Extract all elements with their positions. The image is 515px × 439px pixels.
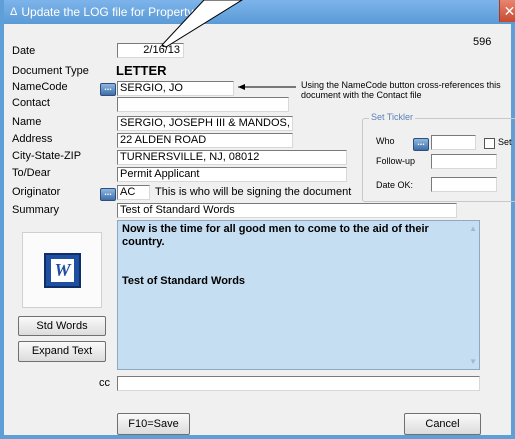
tickler-who-field[interactable] (431, 135, 476, 150)
record-number: 596 (473, 36, 492, 48)
contact-field[interactable] (117, 97, 289, 112)
memo-scrollbar[interactable]: ▲ ▼ (464, 221, 479, 369)
set-tickler-title: Set Tickler (369, 112, 416, 122)
to-dear-field[interactable]: Permit Applicant (117, 167, 347, 182)
date-label: Date (12, 45, 36, 57)
cancel-button[interactable]: Cancel (404, 413, 481, 435)
city-state-zip-label: City-State-ZIP (12, 150, 82, 162)
cc-field[interactable] (117, 376, 480, 391)
memo-text-area[interactable]: Now is the time for all good men to come… (117, 220, 480, 370)
window-title: Update the LOG file for Property (21, 5, 194, 19)
name-field[interactable]: SERGIO, JOSEPH III & MANDOS, (117, 116, 293, 131)
address-label: Address (12, 133, 53, 145)
tickler-followup-label: Follow-up (376, 156, 416, 166)
title-bar: Δ Update the LOG file for Property ✕ (4, 0, 515, 24)
summary-field[interactable]: Test of Standard Words (117, 203, 457, 218)
expand-text-button[interactable]: Expand Text (18, 341, 106, 362)
word-icon-letter: W (51, 259, 74, 282)
originator-field[interactable]: AC (117, 185, 150, 200)
namecode-help-note: Using the NameCode button cross-referenc… (301, 80, 501, 100)
originator-label: Originator (12, 186, 61, 198)
word-icon: W (44, 253, 81, 288)
memo-content: Now is the time for all good men to come… (122, 223, 460, 314)
originator-lookup-button[interactable]: ... (100, 188, 116, 201)
address-field[interactable]: 22 ALDEN ROAD (117, 133, 293, 148)
name-label: Name (12, 116, 42, 128)
to-dear-label: To/Dear (12, 167, 51, 179)
scroll-up-icon[interactable]: ▲ (469, 224, 477, 233)
document-type-label: Document Type (12, 65, 89, 77)
word-document-button[interactable]: W (22, 232, 102, 308)
tickler-who-label: Who (376, 136, 395, 146)
memo-paragraph: Test of Standard Words (122, 275, 246, 287)
tickler-dateok-label: Date OK: (376, 180, 414, 190)
dialog-window: Δ Update the LOG file for Property ✕ 596… (0, 0, 515, 439)
document-type-value: LETTER (116, 63, 167, 78)
cc-label: cc (99, 377, 110, 389)
namecode-lookup-button[interactable]: ... (100, 83, 116, 96)
tickler-who-lookup-button[interactable]: ... (413, 138, 429, 151)
memo-paragraph: Now is the time for all good men to come… (122, 223, 429, 248)
app-icon: Δ (10, 6, 18, 18)
std-words-button[interactable]: Std Words (18, 316, 106, 336)
originator-note: This is who will be signing the document (155, 186, 352, 198)
tickler-set-label: Set (498, 137, 512, 147)
close-button[interactable]: ✕ (499, 0, 515, 22)
summary-label: Summary (12, 204, 60, 216)
scroll-down-icon[interactable]: ▼ (469, 357, 477, 366)
city-state-zip-field[interactable]: TURNERSVILLE, NJ, 08012 (117, 150, 347, 165)
tickler-dateok-field[interactable] (431, 177, 497, 192)
save-button[interactable]: F10=Save (117, 413, 190, 435)
tickler-set-checkbox[interactable] (484, 138, 495, 149)
namecode-field[interactable]: SERGIO, JO (117, 81, 234, 96)
date-field[interactable]: 2/16/13 (117, 43, 184, 58)
contact-label: Contact (12, 97, 50, 109)
namecode-label: NameCode (12, 81, 68, 93)
tickler-followup-field[interactable] (431, 154, 497, 169)
